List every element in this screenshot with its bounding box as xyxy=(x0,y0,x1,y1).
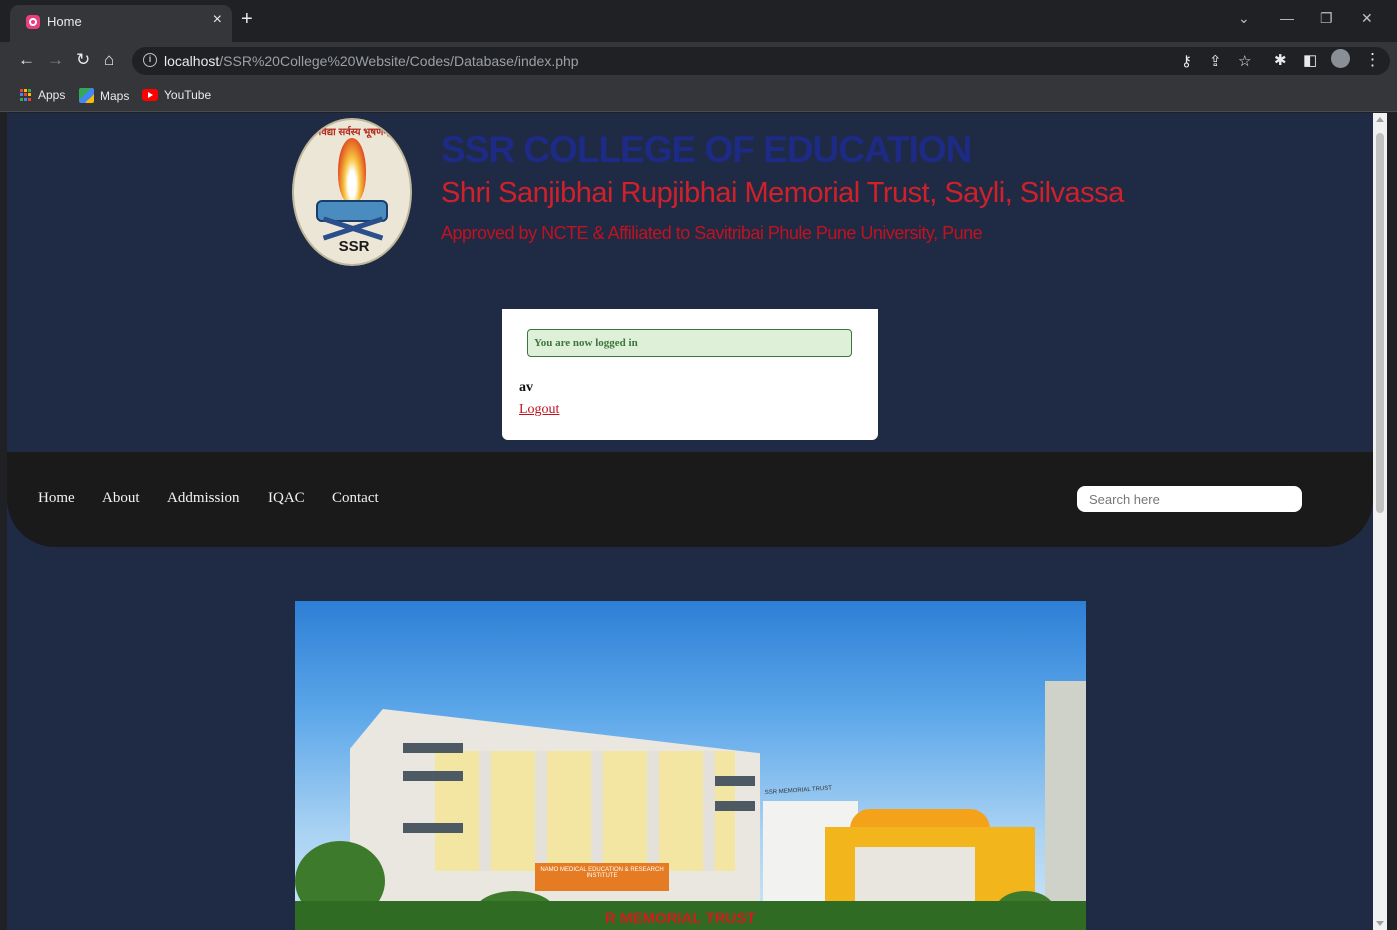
scrollbar-thumb[interactable] xyxy=(1376,133,1384,513)
nav-iqac[interactable]: IQAC xyxy=(268,490,305,507)
minimize-button[interactable]: — xyxy=(1280,10,1294,26)
bookmark-apps-label: Apps xyxy=(38,88,66,102)
window-row xyxy=(403,743,463,753)
reload-icon[interactable]: ↻ xyxy=(76,50,90,70)
page-viewport: विद्या सर्वस्य भूषणम् SSR SSR COLLEGE OF… xyxy=(7,113,1373,930)
college-trust-subtitle: Shri Sanjibhai Rupjibhai Memorial Trust,… xyxy=(441,177,1124,209)
nav-about[interactable]: About xyxy=(102,490,140,507)
tab-favicon-icon xyxy=(26,15,40,29)
logo-text: SSR xyxy=(338,238,370,255)
college-logo: विद्या सर्वस्य भूषणम् SSR xyxy=(292,118,412,266)
campus-photo: NAMO MEDICAL EDUCATION & RESEARCH INSTIT… xyxy=(295,601,1086,930)
crossed-pens-icon xyxy=(322,218,384,236)
window-row xyxy=(403,771,463,781)
apps-grid-icon xyxy=(20,89,32,101)
maps-icon xyxy=(79,88,94,103)
address-bar[interactable]: i localhost/SSR%20College%20Website/Code… xyxy=(132,47,1390,75)
bookmark-youtube-label: YouTube xyxy=(164,88,212,102)
main-building-facade xyxy=(435,751,735,871)
logo-motto: विद्या सर्वस्य भूषणम् xyxy=(318,127,390,138)
tower-building xyxy=(1045,681,1086,930)
bookmark-apps[interactable]: Apps xyxy=(20,88,65,102)
logout-link[interactable]: Logout xyxy=(519,402,559,418)
tab-close-button[interactable]: × xyxy=(213,11,222,29)
bookmark-youtube[interactable]: YouTube xyxy=(142,88,211,102)
window-row xyxy=(715,776,755,786)
window-row xyxy=(715,801,755,811)
bookmark-star-icon[interactable]: ☆ xyxy=(1238,52,1251,70)
password-key-icon[interactable]: ⚷ xyxy=(1181,52,1192,70)
new-tab-button[interactable]: + xyxy=(241,9,253,29)
building-sign: NAMO MEDICAL EDUCATION & RESEARCH INSTIT… xyxy=(535,863,669,891)
url-path: /SSR%20College%20Website/Codes/Database/… xyxy=(219,53,579,69)
close-window-button[interactable]: ✕ xyxy=(1361,10,1373,27)
scroll-down-arrow-icon[interactable] xyxy=(1376,921,1384,926)
college-title: SSR COLLEGE OF EDUCATION xyxy=(441,129,972,170)
url-text: localhost/SSR%20College%20Website/Codes/… xyxy=(164,53,579,69)
flame-icon xyxy=(338,138,366,204)
back-arrow-icon[interactable]: ← xyxy=(18,50,35,70)
search-input[interactable] xyxy=(1077,486,1302,512)
tab-search-chevron-icon[interactable]: ⌄ xyxy=(1238,10,1250,27)
profile-avatar[interactable] xyxy=(1331,49,1350,68)
side-panel-icon[interactable]: ◧ xyxy=(1303,51,1317,71)
bookmarks-bar: Apps Maps YouTube xyxy=(0,80,1397,112)
main-navbar: Home About Addmission IQAC Contact xyxy=(7,452,1373,547)
browser-tab-strip: Home × + ⌄ — ❐ ✕ xyxy=(0,0,1397,42)
tab-title: Home xyxy=(47,14,82,29)
yellow-canopy xyxy=(850,809,990,829)
logged-in-username: av xyxy=(519,380,533,395)
extensions-puzzle-icon[interactable]: ✱ xyxy=(1274,51,1287,71)
scroll-up-arrow-icon[interactable] xyxy=(1376,117,1384,122)
bookmark-maps-label: Maps xyxy=(100,88,130,103)
window-row xyxy=(403,823,463,833)
nav-home[interactable]: Home xyxy=(38,490,75,507)
ground-trust-letters: R MEMORIAL TRUST xyxy=(605,910,756,927)
home-icon[interactable]: ⌂ xyxy=(104,50,114,70)
forward-arrow-icon[interactable]: → xyxy=(47,50,64,70)
url-host: localhost xyxy=(164,53,220,69)
nav-admission[interactable]: Addmission xyxy=(167,490,240,507)
login-success-message: You are now logged in xyxy=(527,329,852,357)
browser-toolbar: ← → ↻ ⌂ i localhost/SSR%20College%20Webs… xyxy=(0,42,1397,80)
college-approval-text: Approved by NCTE & Affiliated to Savitri… xyxy=(441,223,983,243)
browser-tab[interactable]: Home × xyxy=(10,5,232,42)
share-icon[interactable]: ⇪ xyxy=(1209,52,1222,70)
restore-button[interactable]: ❐ xyxy=(1320,10,1333,27)
bookmark-maps[interactable]: Maps xyxy=(79,88,129,103)
more-menu-icon[interactable]: ⋮ xyxy=(1364,50,1381,70)
page-scrollbar[interactable] xyxy=(1373,113,1387,930)
youtube-icon xyxy=(142,89,158,101)
site-info-icon[interactable]: i xyxy=(143,53,157,67)
nav-contact[interactable]: Contact xyxy=(332,490,379,507)
window-frame xyxy=(1387,113,1397,930)
login-status-box: You are now logged in av Logout xyxy=(502,309,878,440)
